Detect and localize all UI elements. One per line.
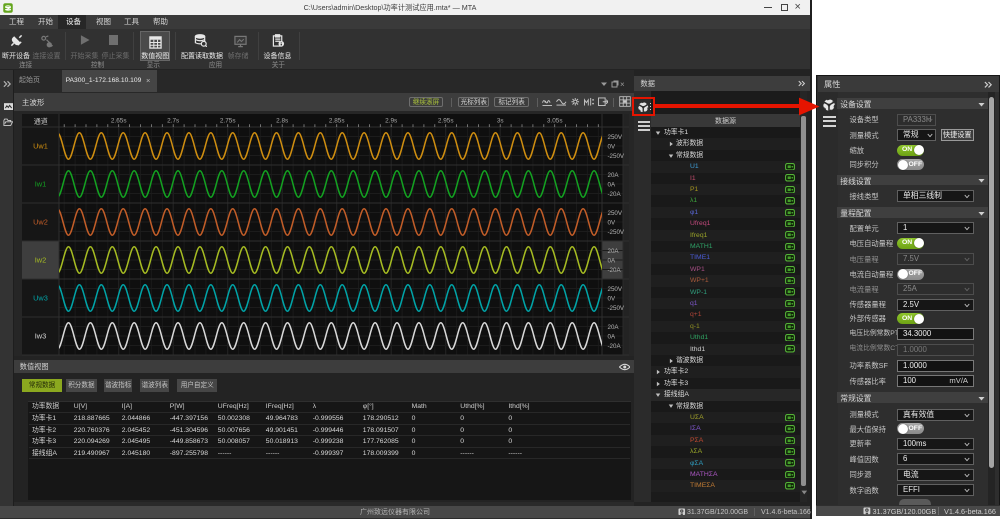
svg-text:2.7s: 2.7s <box>167 118 179 125</box>
svg-text:3s: 3s <box>497 118 504 125</box>
svg-text:250V: 250V <box>608 210 623 217</box>
svg-text:-20A: -20A <box>608 191 622 198</box>
svg-text:Iw3: Iw3 <box>35 332 47 341</box>
svg-text:20A: 20A <box>608 172 620 179</box>
svg-text:Uw1: Uw1 <box>33 142 48 151</box>
svg-text:2.65s: 2.65s <box>111 118 127 125</box>
svg-text:2.85s: 2.85s <box>329 118 345 125</box>
svg-text:2.75s: 2.75s <box>220 118 236 125</box>
svg-text:通道: 通道 <box>34 117 48 126</box>
svg-text:-20A: -20A <box>608 267 622 274</box>
svg-text:250V: 250V <box>608 134 623 141</box>
svg-text:0V: 0V <box>608 143 616 150</box>
svg-text:20A: 20A <box>608 248 620 255</box>
svg-text:0V: 0V <box>608 219 616 226</box>
svg-text:Iw1: Iw1 <box>35 180 47 189</box>
svg-text:0A: 0A <box>608 181 616 188</box>
svg-text:250V: 250V <box>608 286 623 293</box>
svg-text:2.9s: 2.9s <box>385 118 397 125</box>
svg-text:Iw2: Iw2 <box>35 256 47 265</box>
svg-text:Uw3: Uw3 <box>33 294 48 303</box>
svg-text:2.95s: 2.95s <box>438 118 454 125</box>
svg-text:-250V: -250V <box>608 229 625 236</box>
svg-text:-250V: -250V <box>608 305 625 312</box>
svg-text:-20A: -20A <box>608 343 622 350</box>
svg-text:0A: 0A <box>608 257 616 264</box>
svg-text:-250V: -250V <box>608 153 625 160</box>
svg-text:0A: 0A <box>608 333 616 340</box>
svg-text:2.8s: 2.8s <box>276 118 288 125</box>
svg-text:Uw2: Uw2 <box>33 218 48 227</box>
svg-text:20A: 20A <box>608 324 620 331</box>
svg-text:0V: 0V <box>608 295 616 302</box>
svg-text:3.05s: 3.05s <box>547 118 563 125</box>
